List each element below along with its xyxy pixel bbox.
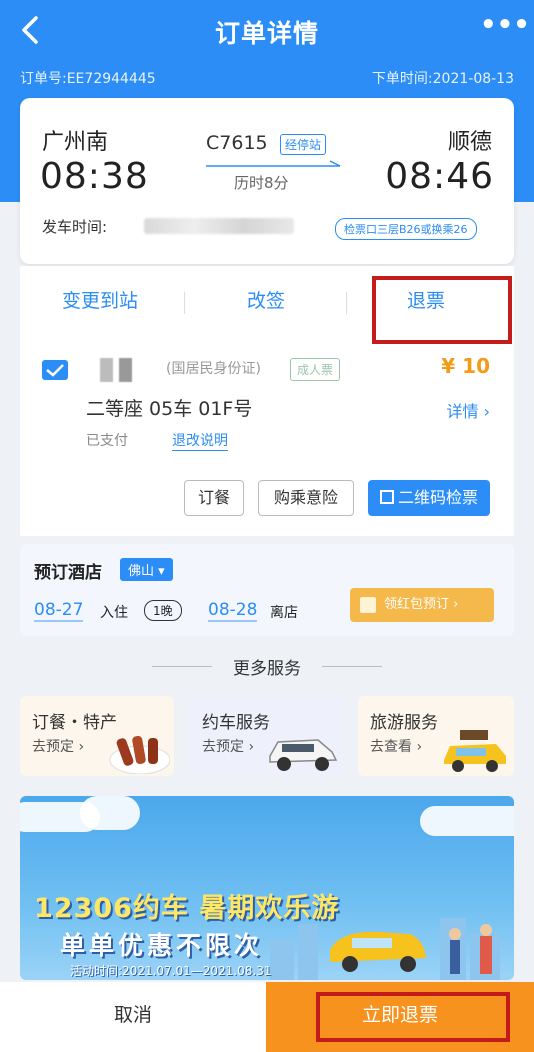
checkin-date[interactable]: 08-27 [34, 600, 84, 622]
arrive-time: 08:46 [385, 156, 494, 197]
refund-tab-underline [372, 60, 448, 63]
cloud [80, 796, 140, 830]
stop-stations-link[interactable]: 经停站 [280, 134, 327, 155]
travel-car-icon [444, 730, 506, 772]
banner-headline: 12306约车 暑期欢乐游 [34, 893, 340, 924]
passenger-section: (国居民身份证) 成人票 ¥ 10 二等座 05车 01F号 详情 › 已支付 … [20, 346, 514, 536]
cloud [420, 806, 514, 836]
city-selector[interactable]: 佛山 ▾ [120, 558, 173, 581]
confirm-highlight-box [316, 992, 510, 1042]
service-title: 约车服务 [202, 713, 270, 733]
more-dots-icon[interactable]: ••• [480, 12, 530, 44]
hotel-booking-card: 预订酒店 佛山 ▾ 08-27 入住 1晚 08-28 离店 领红包预订 › [20, 544, 514, 636]
reschedule-button[interactable]: 改签 [186, 286, 346, 313]
refund-rules-link[interactable]: 退改说明 [172, 430, 228, 451]
buy-insurance-button[interactable]: 购乘意险 [258, 480, 354, 516]
qr-code-icon [379, 490, 394, 504]
title-bar: 订单详情 ••• [0, 0, 534, 62]
service-subtitle: 去查看 › [370, 739, 423, 755]
trip-duration: 历时8分 [234, 174, 289, 192]
order-meal-button[interactable]: 订餐 [184, 480, 244, 516]
ticket-type-badge: 成人票 [290, 358, 341, 381]
seat-info: 二等座 05车 01F号 [86, 398, 253, 420]
passenger-name-redacted [100, 358, 150, 384]
service-subtitle: 去预定 › [202, 739, 255, 755]
service-food[interactable]: 订餐・特产 去预定 › [20, 696, 174, 776]
direction-arrow-icon [206, 160, 341, 167]
change-station-button[interactable]: 变更到站 [20, 286, 180, 313]
order-placed-time: 下单时间:2021-08-13 [371, 71, 514, 87]
checkout-label: 离店 [270, 605, 298, 621]
id-type: (国居民身份证) [166, 361, 261, 377]
train-number: C7615 [206, 132, 268, 154]
gate-info-badge: 检票口三层B26或换乘26 [335, 218, 477, 240]
qr-checkin-label: 二维码检票 [397, 488, 478, 507]
hotel-title: 预订酒店 [34, 563, 102, 583]
divider [184, 292, 185, 314]
from-station: 广州南 [42, 130, 109, 155]
hotel-book-button[interactable]: 领红包预订 › [350, 588, 494, 622]
detail-link[interactable]: 详情 › [447, 398, 491, 422]
banner-date-range: 活动时间:2021.07.01—2021.08.31 [70, 964, 272, 978]
qr-checkin-button[interactable]: 二维码检票 [368, 480, 490, 516]
divider [322, 666, 382, 667]
passenger-card-icon [42, 360, 68, 380]
service-car[interactable]: 约车服务 去预定 › [190, 696, 344, 776]
more-services-title: 更多服务 [233, 659, 301, 679]
page-title: 订单详情 [214, 19, 319, 48]
ticket-price: ¥ 10 [441, 354, 490, 378]
service-subtitle: 去预定 › [32, 739, 85, 755]
food-icon [109, 735, 170, 774]
nights-badge: 1晚 [144, 600, 182, 621]
cancel-button[interactable]: 取消 [0, 982, 266, 1052]
banner-subheadline: 单单优惠不限次 [60, 931, 264, 960]
hotel-book-label: 领红包预订 › [384, 597, 459, 612]
service-title: 订餐・特产 [32, 713, 117, 733]
to-station: 顺德 [447, 130, 492, 155]
promo-banner[interactable]: 12306约车 暑期欢乐游 单单优惠不限次 活动时间:2021.07.01—20… [20, 796, 514, 980]
car-icon [269, 739, 338, 771]
red-packet-icon [360, 597, 376, 613]
depart-date-label: 发车时间: [42, 218, 108, 236]
service-travel[interactable]: 旅游服务 去查看 › [358, 696, 514, 776]
refund-highlight-box [372, 276, 512, 344]
order-number: 订单号:EE72944445 [20, 71, 156, 87]
checkout-date[interactable]: 08-28 [208, 600, 258, 622]
order-info-bar: 订单号:EE72944445 下单时间:2021-08-13 [20, 66, 514, 88]
depart-date-redacted [144, 218, 294, 234]
depart-time: 08:38 [40, 156, 149, 197]
checkin-label: 入住 [100, 605, 128, 621]
ticket-card: 广州南 顺德 08:38 08:46 C7615 经停站 历时8分 发车时间: … [20, 98, 514, 264]
service-title: 旅游服务 [370, 713, 438, 733]
payment-status: 已支付 [86, 433, 128, 449]
